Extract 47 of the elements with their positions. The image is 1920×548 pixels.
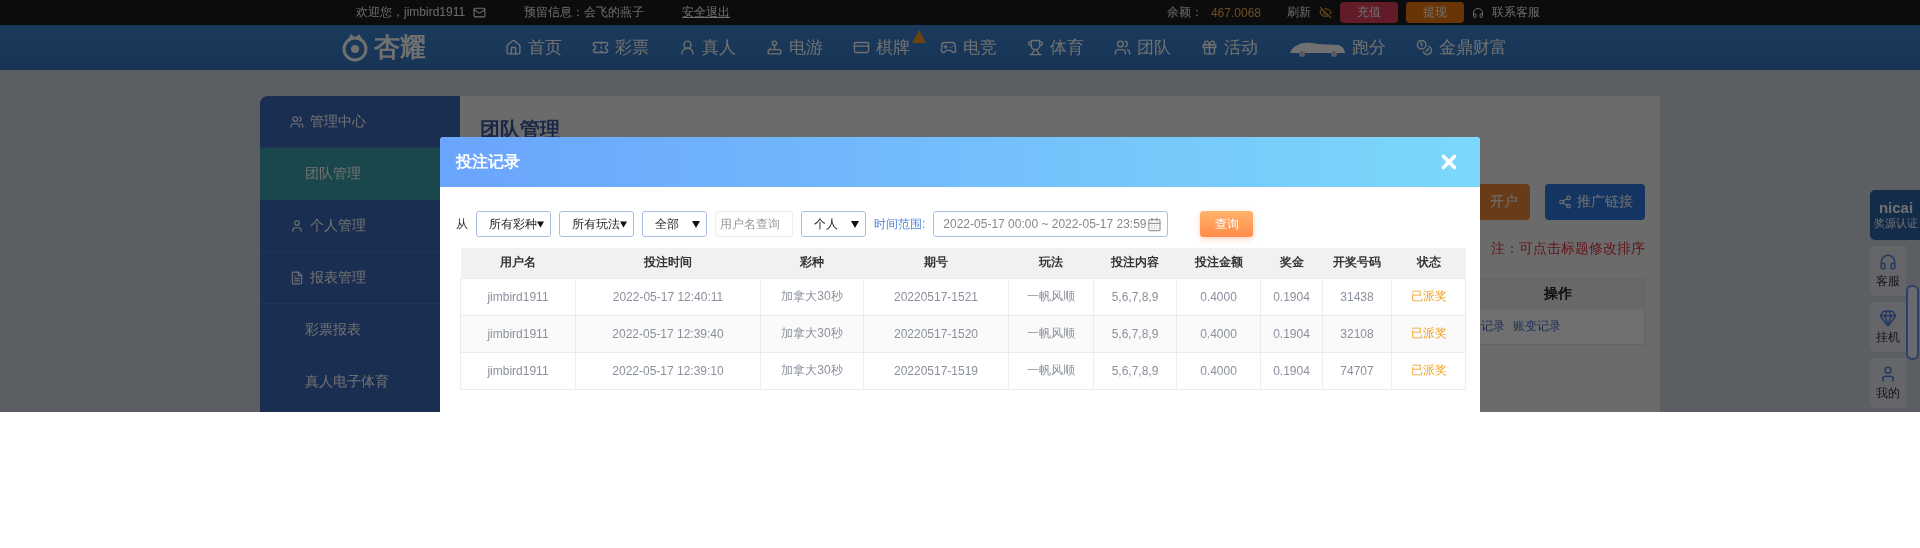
table-cell: jimbird1911 — [460, 352, 576, 389]
column-header: 投注金额 — [1176, 248, 1261, 278]
column-header: 开奖号码 — [1322, 248, 1392, 278]
column-header: 彩种 — [760, 248, 864, 278]
table-cell: 一帆风顺 — [1008, 315, 1094, 352]
table-cell: 32108 — [1322, 315, 1392, 352]
table-cell: jimbird1911 — [460, 315, 576, 352]
table-cell: 20220517-1520 — [863, 315, 1009, 352]
logo-text: 杏耀 — [374, 31, 426, 64]
table-cell: 0.1904 — [1260, 352, 1323, 389]
column-header: 奖金 — [1260, 248, 1323, 278]
table-cell: 20220517-1519 — [863, 352, 1009, 389]
reserved-message: 预留信息：会飞的燕子 — [524, 4, 645, 21]
table-cell: 20220517-1521 — [863, 278, 1009, 315]
sort-note: 注：可点击标题修改排序 — [1490, 240, 1645, 258]
balance-value: 467.0068 — [1210, 5, 1261, 20]
table-cell: 一帆风顺 — [1008, 352, 1094, 389]
column-header: 期号 — [863, 248, 1009, 278]
time-range-label: 时间范围: — [874, 215, 926, 233]
table-cell: 一帆风顺 — [1008, 278, 1094, 315]
balance-label: 余额： — [1166, 4, 1203, 21]
table-cell: 5,6,7,8,9 — [1093, 278, 1177, 315]
table-cell: 2022-05-17 12:40:11 — [575, 278, 761, 315]
welcome-text: 欢迎您，jimbird1911 — [356, 4, 466, 21]
column-header: 投注时间 — [575, 248, 761, 278]
table-cell: 5,6,7,8,9 — [1093, 352, 1177, 389]
column-header: 状态 — [1391, 248, 1466, 278]
table-cell: 加拿大30秒 — [760, 315, 864, 352]
status-cell: 已派奖 — [1391, 278, 1466, 315]
table-cell: 加拿大30秒 — [760, 352, 864, 389]
table-cell: 0.1904 — [1260, 315, 1323, 352]
column-header: 投注内容 — [1093, 248, 1177, 278]
table-cell: 2022-05-17 12:39:10 — [575, 352, 761, 389]
table-cell: 0.4000 — [1176, 352, 1261, 389]
table-cell: 5,6,7,8,9 — [1093, 315, 1177, 352]
table-cell: 0.4000 — [1176, 315, 1261, 352]
table-cell: jimbird1911 — [460, 278, 576, 315]
table-cell: 31438 — [1322, 278, 1392, 315]
status-cell: 已派奖 — [1391, 352, 1466, 389]
table-cell: 0.1904 — [1260, 278, 1323, 315]
table-cell: 74707 — [1322, 352, 1392, 389]
status-cell: 已派奖 — [1391, 315, 1466, 352]
table-cell: 2022-05-17 12:39:40 — [575, 315, 761, 352]
table-cell: 0.4000 — [1176, 278, 1261, 315]
column-header: 用户名 — [460, 248, 576, 278]
table-cell: 加拿大30秒 — [760, 278, 864, 315]
column-header: 玩法 — [1008, 248, 1094, 278]
